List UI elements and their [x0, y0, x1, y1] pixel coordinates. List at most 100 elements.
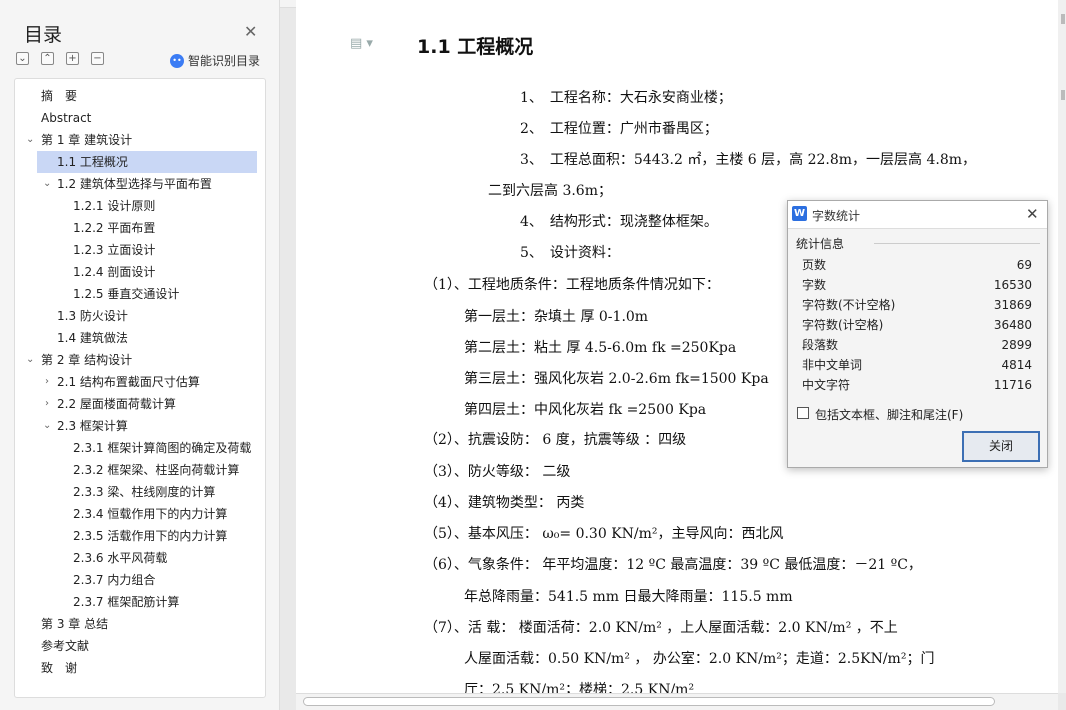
toc-item-label: 2.3.3 梁、柱线刚度的计算	[73, 485, 216, 499]
toc-item-1-2-3[interactable]: 1.2.3 立面设计	[15, 239, 265, 261]
scroll-marker	[1061, 90, 1065, 100]
toc-item-2-1[interactable]: 2.1 结构布置截面尺寸估算	[15, 371, 265, 393]
toc-item-2-3-5[interactable]: 2.3.5 活载作用下的内力计算	[15, 525, 265, 547]
doc-line: 第一层土：杂填土 厚 0-1.0m	[464, 309, 649, 325]
word-count-dialog: W 字数统计 ✕ 统计信息 页数 69 字数 16530 字符数(不计空格) 3186…	[787, 200, 1048, 468]
toc-item-label: 1.2.4 剖面设计	[73, 265, 156, 279]
horizontal-scrollbar-thumb[interactable]	[303, 697, 995, 706]
stat-label: 页数	[802, 258, 827, 272]
stat-label: 字符数(不计空格)	[802, 298, 896, 312]
toc-item-label: 2.3.1 框架计算简图的确定及荷载	[73, 441, 252, 455]
stat-value: 4814	[1001, 358, 1032, 372]
ai-toc-button[interactable]: •• 智能识别目录	[170, 52, 260, 69]
toc-item-2-3-1[interactable]: 2.3.1 框架计算简图的确定及荷载	[15, 437, 255, 459]
toc-item-label: 2.3.6 水平风荷载	[73, 551, 168, 565]
toc-panel: 目录 ✕ ⌄ ⌃ + − •• 智能识别目录 摘 要 Abstract ⌄ 第 …	[0, 0, 280, 710]
toc-item-2-2[interactable]: 2.2 屋面楼面荷载计算	[15, 393, 265, 415]
toc-item-1-3[interactable]: 1.3 防火设计	[15, 305, 265, 327]
dialog-titlebar[interactable]: W 字数统计 ✕	[788, 201, 1047, 229]
close-icon[interactable]: ✕	[1026, 205, 1039, 223]
doc-line: （6）、气象条件： 年平均温度：12 ºC 最高温度：39 ºC 最低温度：－2…	[424, 557, 922, 573]
toc-item-1-1[interactable]: 1.1 工程概况	[37, 151, 257, 173]
stat-row-words: 字数 16530	[802, 275, 1032, 295]
page-heading: 1.1 工程概况	[417, 36, 534, 58]
stats-section-label: 统计信息	[796, 237, 845, 251]
toc-item-1-2-2[interactable]: 1.2.2 平面布置	[15, 217, 265, 239]
doc-line: （2）、抗震设防： 6 度，抗震等级 ：四级	[424, 432, 687, 448]
toc-item-ch3[interactable]: 第 3 章 总结	[15, 613, 265, 635]
stat-row-chars-space: 字符数(计空格) 36480	[802, 315, 1032, 335]
toc-item-abstract[interactable]: Abstract	[15, 107, 265, 129]
stat-row-non-chinese: 非中文单词 4814	[802, 355, 1032, 375]
toc-item-2-3[interactable]: 2.3 框架计算	[15, 415, 265, 437]
toc-item-1-2[interactable]: 1.2 建筑体型选择与平面布置	[15, 173, 265, 195]
doc-line: （5）、基本风压： ω₀= 0.30 KN/m²，主导风向：西北风	[424, 526, 784, 542]
doc-line: 2、 工程位置：广州市番禺区；	[520, 121, 718, 137]
stat-value: 11716	[993, 378, 1032, 392]
toc-item-label: 2.3.4 恒载作用下的内力计算	[73, 507, 228, 521]
toc-item-label: 致 谢	[41, 661, 78, 675]
stat-value: 31869	[993, 298, 1032, 312]
toc-item-label: 2.3.7 框架配筋计算	[73, 595, 180, 609]
stat-value: 2899	[1001, 338, 1032, 352]
toc-item-label: 参考文献	[41, 639, 90, 653]
toc-item-label: 第 3 章 总结	[41, 617, 109, 631]
doc-line: 年总降雨量：541.5 mm 日最大降雨量：115.5 mm	[464, 589, 793, 605]
toc-item-ch1[interactable]: 第 1 章 建筑设计	[15, 129, 265, 151]
stat-label: 字符数(计空格)	[802, 318, 884, 332]
stat-value: 36480	[993, 318, 1032, 332]
toc-item-ch2[interactable]: 第 2 章 结构设计	[15, 349, 265, 371]
toc-item-label: 2.3.5 活载作用下的内力计算	[73, 529, 228, 543]
toc-item-2-3-7b[interactable]: 2.3.7 框架配筋计算	[15, 591, 265, 613]
doc-line: 5、 设计资料：	[520, 245, 620, 261]
toc-item-label: 1.2.2 平面布置	[73, 221, 156, 235]
toc-item-label: 2.3.2 框架梁、柱竖向荷载计算	[73, 463, 240, 477]
ai-toc-label: 智能识别目录	[188, 54, 261, 68]
toc-item-2-3-3[interactable]: 2.3.3 梁、柱线刚度的计算	[15, 481, 265, 503]
doc-line: （7）、活 载： 楼面活荷：2.0 KN/m² ，上人屋面活载：2.0 KN/m…	[424, 620, 898, 636]
stat-value: 16530	[993, 278, 1032, 292]
toc-item-1-4[interactable]: 1.4 建筑做法	[15, 327, 265, 349]
toc-item-label: 第 2 章 结构设计	[41, 353, 133, 367]
toc-item-2-3-6[interactable]: 2.3.6 水平风荷载	[15, 547, 265, 569]
wps-writer-icon: W	[792, 206, 807, 221]
expand-up-icon[interactable]: ⌃	[41, 52, 54, 65]
stat-label: 非中文单词	[802, 358, 863, 372]
include-textbox-checkbox[interactable]	[797, 407, 809, 419]
section-divider	[874, 243, 1040, 244]
toc-item-references[interactable]: 参考文献	[15, 635, 265, 657]
stat-row-chars-no-space: 字符数(不计空格) 31869	[802, 295, 1032, 315]
toc-item-label: 1.1 工程概况	[57, 155, 128, 169]
toc-item-acknowledgements[interactable]: 致 谢	[15, 657, 265, 679]
vertical-scrollbar[interactable]	[1058, 0, 1066, 693]
toc-item-label: 2.1 结构布置截面尺寸估算	[57, 375, 200, 389]
plus-icon[interactable]: +	[66, 52, 79, 65]
toc-item-label: 第 1 章 建筑设计	[41, 133, 133, 147]
toc-item-label: 2.3 框架计算	[57, 419, 128, 433]
collapse-down-icon[interactable]: ⌄	[16, 52, 29, 65]
close-icon[interactable]: ✕	[244, 22, 257, 41]
checkbox-label[interactable]: 包括文本框、脚注和尾注(F)	[815, 406, 963, 423]
doc-line: 第四层土：中风化灰岩 fk =2500 Kpa	[464, 402, 707, 418]
ai-icon: ••	[170, 53, 184, 68]
close-button[interactable]: 关闭	[962, 431, 1040, 462]
toc-item-1-2-1[interactable]: 1.2.1 设计原则	[15, 195, 265, 217]
toc-item-1-2-5[interactable]: 1.2.5 垂直交通设计	[15, 283, 265, 305]
toc-item-abstract-cn[interactable]: 摘 要	[15, 85, 265, 107]
toc-item-2-3-4[interactable]: 2.3.4 恒载作用下的内力计算	[15, 503, 265, 525]
toc-item-1-2-4[interactable]: 1.2.4 剖面设计	[15, 261, 265, 283]
doc-line: （3）、防火等级： 二级	[424, 464, 571, 480]
toc-item-label: 1.2.3 立面设计	[73, 243, 156, 257]
doc-line: （1）、工程地质条件：工程地质条件情况如下：	[424, 277, 720, 293]
toc-item-label: 1.2.1 设计原则	[73, 199, 156, 213]
toc-item-label: 2.3.7 内力组合	[73, 573, 156, 587]
doc-line: 3、 工程总面积：5443.2 ㎡，主楼 6 层，高 22.8m，一层层高 4.…	[520, 152, 977, 168]
toc-item-label: 1.2.5 垂直交通设计	[73, 287, 180, 301]
toc-item-2-3-2[interactable]: 2.3.2 框架梁、柱竖向荷载计算	[15, 459, 265, 481]
doc-line: 1、 工程名称：大石永安商业楼；	[520, 90, 732, 106]
stat-row-chinese: 中文字符 11716	[802, 375, 1032, 395]
minus-icon[interactable]: −	[91, 52, 104, 65]
toc-item-2-3-7[interactable]: 2.3.7 内力组合	[15, 569, 265, 591]
document-icon[interactable]: ▤ ▾	[350, 36, 373, 51]
doc-line: 第二层土：粘土 厚 4.5-6.0m fk =250Kpa	[464, 340, 737, 356]
